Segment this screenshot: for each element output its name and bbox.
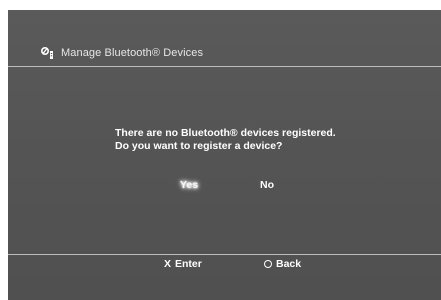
no-button[interactable]: No: [260, 179, 274, 191]
footer-hints: X Enter Back: [8, 256, 441, 300]
header-title-row: Manage Bluetooth® Devices: [40, 46, 203, 60]
header: Manage Bluetooth® Devices: [8, 10, 441, 66]
header-divider: [8, 66, 441, 67]
message-line-2: Do you want to register a device?: [115, 140, 283, 152]
yes-button[interactable]: Yes: [180, 179, 198, 191]
back-hint[interactable]: Back: [264, 258, 301, 270]
ps3-dialog-screen: Manage Bluetooth® Devices There are no B…: [8, 10, 441, 300]
footer-divider: [8, 254, 441, 255]
message-line-1: There are no Bluetooth® devices register…: [115, 127, 336, 139]
circle-button-icon: [264, 260, 272, 268]
x-button-icon: X: [164, 258, 172, 270]
dialog-message: There are no Bluetooth® devices register…: [115, 127, 415, 153]
page-title: Manage Bluetooth® Devices: [61, 47, 204, 59]
dialog-options: Yes No: [8, 179, 441, 195]
bluetooth-settings-icon: [40, 46, 58, 60]
back-label: Back: [276, 258, 302, 270]
enter-label: Enter: [175, 258, 202, 270]
enter-hint[interactable]: X Enter: [164, 258, 202, 270]
